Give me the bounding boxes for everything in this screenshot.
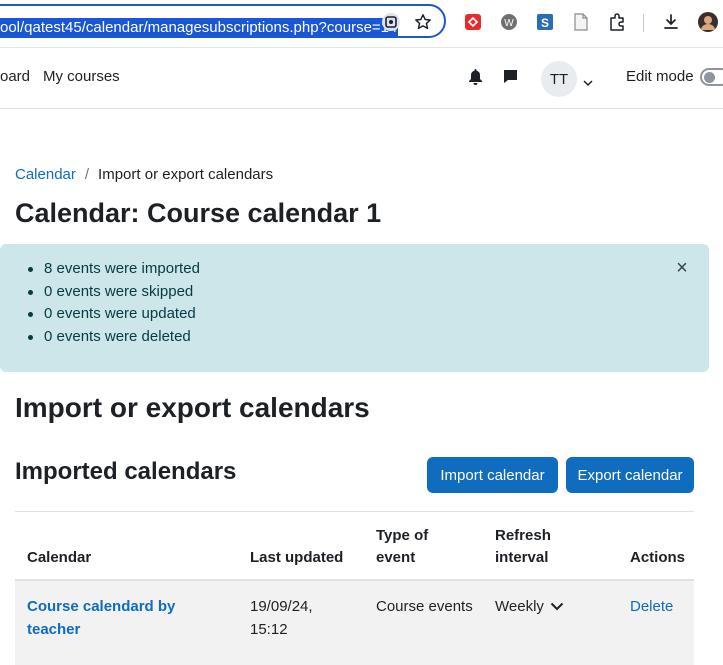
extension-s-icon[interactable]: S: [534, 11, 556, 33]
refresh-interval-select[interactable]: Weekly: [495, 595, 564, 618]
svg-text:S: S: [541, 16, 549, 30]
svg-text:W: W: [504, 18, 514, 29]
delete-link[interactable]: Delete: [630, 595, 673, 618]
extension-red-icon[interactable]: [462, 11, 484, 33]
chevron-down-icon[interactable]: [583, 74, 593, 92]
section-title: Import or export calendars: [15, 392, 370, 423]
list-item: 0 events were updated: [28, 303, 200, 326]
column-header-calendar: Calendar: [27, 549, 92, 566]
event-type-cell: Course events: [376, 598, 473, 615]
column-header-type-line2: event: [376, 549, 416, 566]
list-item: 0 events were skipped: [28, 281, 200, 304]
import-calendar-button[interactable]: Import calendar: [427, 457, 558, 493]
import-result-alert: 8 events were imported 0 events were ski…: [0, 244, 709, 372]
puzzle-icon[interactable]: [606, 11, 628, 33]
toggle-knob: [704, 72, 715, 83]
page-title: Calendar: Course calendar 1: [15, 198, 382, 228]
profile-avatar-icon[interactable]: [697, 11, 719, 33]
imported-calendars-heading: Imported calendars: [15, 458, 237, 485]
edit-mode-label: Edit mode: [626, 68, 694, 85]
download-icon[interactable]: [660, 11, 682, 33]
table-row: [15, 581, 694, 665]
toolbar-divider: [643, 14, 644, 32]
edit-mode-toggle[interactable]: [700, 68, 723, 86]
column-header-last-updated: Last updated: [250, 549, 344, 566]
browser-toolbar: ool/qatest45/calendar/managesubscription…: [0, 0, 723, 48]
close-icon[interactable]: ×: [672, 258, 692, 278]
page-icon[interactable]: [570, 11, 592, 33]
column-header-actions: Actions: [630, 549, 686, 566]
column-header-type-line1: Type of: [376, 527, 429, 544]
star-icon[interactable]: [412, 11, 434, 33]
calendar-name-link-line2[interactable]: teacher: [27, 618, 80, 641]
breadcrumb-separator: /: [84, 166, 90, 183]
column-header-refresh-line1: Refresh: [495, 527, 551, 544]
user-avatar[interactable]: TT: [541, 61, 577, 97]
notifications-bell-icon[interactable]: [468, 68, 483, 90]
last-updated-date: 19/09/24,: [250, 598, 313, 615]
table-top-border: [15, 511, 694, 512]
messages-chat-icon[interactable]: [502, 68, 519, 90]
refresh-interval-value: Weekly: [495, 598, 544, 615]
breadcrumb-calendar-link[interactable]: Calendar: [15, 166, 76, 183]
import-result-list: 8 events were imported 0 events were ski…: [28, 258, 200, 349]
last-updated-time: 15:12: [250, 621, 288, 638]
list-item: 0 events were deleted: [28, 326, 200, 349]
nav-link-dashboard[interactable]: oard: [0, 68, 30, 85]
address-bar-url[interactable]: ool/qatest45/calendar/managesubscription…: [0, 18, 399, 38]
column-header-refresh-line2: interval: [495, 549, 549, 566]
nav-link-my-courses[interactable]: My courses: [43, 68, 120, 85]
calendar-name-link[interactable]: Course calendard by: [27, 595, 175, 618]
chevron-down-icon: [550, 602, 564, 611]
export-calendar-button[interactable]: Export calendar: [566, 457, 694, 493]
breadcrumb-current: Import or export calendars: [98, 166, 274, 183]
site-navbar: oard My courses TT Edit mode: [0, 48, 723, 109]
lens-icon[interactable]: [380, 11, 402, 33]
list-item: 8 events were imported: [28, 258, 200, 281]
breadcrumb: Calendar / Import or export calendars: [15, 166, 273, 183]
extension-w-icon[interactable]: W: [498, 11, 520, 33]
